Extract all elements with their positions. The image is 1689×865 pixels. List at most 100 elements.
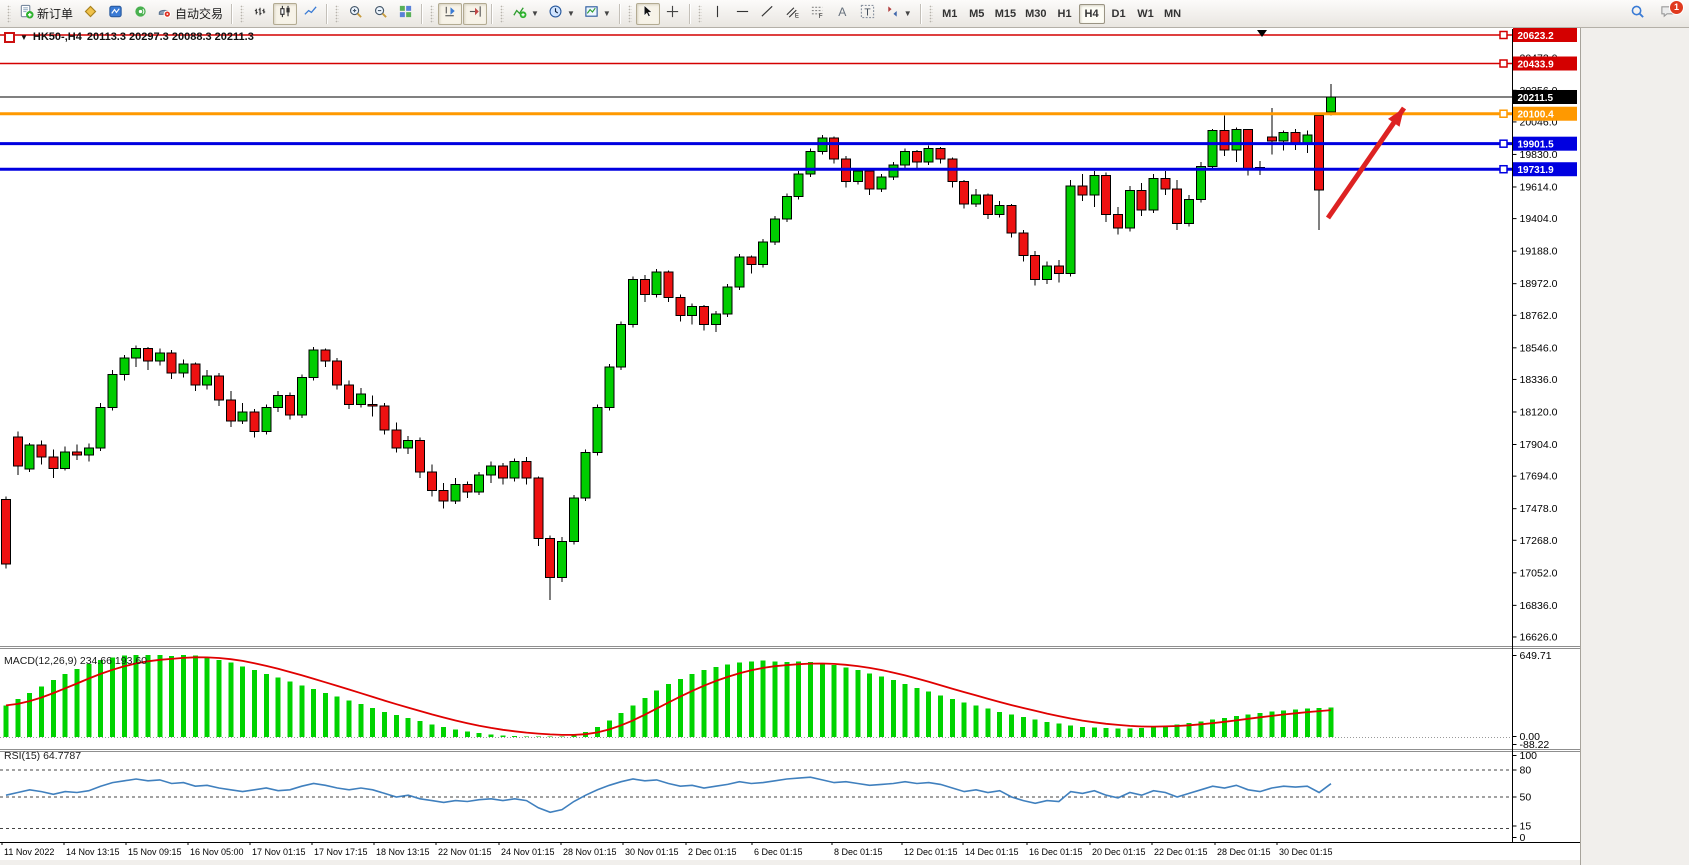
price-axis[interactable]: 20472.020256.020046.019830.019614.019404… bbox=[1513, 28, 1578, 844]
pane-splitters[interactable] bbox=[0, 647, 1580, 752]
x-tick-label: 15 Nov 09:15 bbox=[128, 847, 182, 857]
chart-line-button[interactable] bbox=[298, 3, 322, 25]
x-tick-label: 28 Dec 01:15 bbox=[1217, 847, 1271, 857]
trendline-icon bbox=[760, 4, 775, 24]
text-label-button[interactable]: T bbox=[856, 3, 880, 25]
price-tag-label: 20623.2 bbox=[1518, 31, 1555, 42]
chart-candles-button[interactable] bbox=[273, 3, 297, 25]
level-handle bbox=[1500, 31, 1507, 38]
toolbar-grip[interactable] bbox=[240, 5, 244, 23]
indicators-button[interactable]: ▼ bbox=[508, 3, 543, 25]
search-icon bbox=[1630, 4, 1645, 24]
candlestick-series[interactable] bbox=[2, 84, 1336, 600]
metaeditor-button[interactable] bbox=[78, 3, 102, 25]
zoom-out-icon bbox=[373, 4, 388, 24]
cursor-button[interactable] bbox=[636, 3, 660, 25]
y-tick-label: 17694.0 bbox=[1520, 471, 1558, 483]
terminal-icon bbox=[108, 4, 123, 24]
chart-canvas[interactable]: 20472.020256.020046.019830.019614.019404… bbox=[0, 28, 1580, 860]
time-axis[interactable]: 11 Nov 202214 Nov 13:1515 Nov 09:1516 No… bbox=[0, 842, 1580, 857]
timeframe-w1-button[interactable]: W1 bbox=[1133, 4, 1159, 24]
rsi-label: RSI(15) 64.7787 bbox=[4, 750, 81, 762]
timeframe-h4-button[interactable]: H4 bbox=[1079, 4, 1105, 24]
horizontal-line-button[interactable] bbox=[731, 3, 755, 25]
level-lines[interactable] bbox=[0, 31, 1513, 172]
x-tick-label: 12 Dec 01:15 bbox=[904, 847, 958, 857]
data-feed-button[interactable] bbox=[128, 3, 152, 25]
timeframe-m5-button[interactable]: M5 bbox=[964, 4, 990, 24]
arrow-objects-button[interactable]: ▼ bbox=[881, 3, 916, 25]
toolbar-grip[interactable] bbox=[929, 5, 933, 23]
auto-scroll-button[interactable] bbox=[438, 3, 462, 25]
x-tick-label: 30 Dec 01:15 bbox=[1279, 847, 1333, 857]
equidistant-channel-button[interactable]: E bbox=[781, 3, 805, 25]
y-tick-label: 18762.0 bbox=[1520, 310, 1558, 322]
template-icon bbox=[584, 4, 599, 24]
toolbar-grip[interactable] bbox=[500, 5, 504, 23]
y-tick-label: 18120.0 bbox=[1520, 406, 1558, 418]
chevron-down-icon[interactable]: ▼ bbox=[567, 9, 575, 18]
toolbar-separator bbox=[231, 4, 233, 24]
autotrade-icon bbox=[157, 4, 172, 24]
tile-windows-button[interactable] bbox=[393, 3, 417, 25]
trendline-button[interactable] bbox=[756, 3, 780, 25]
metaeditor-icon bbox=[83, 4, 98, 24]
annotations[interactable] bbox=[1257, 30, 1404, 218]
auto-trading-button[interactable]: 自动交易 bbox=[153, 3, 227, 25]
chart-bars-button[interactable] bbox=[248, 3, 272, 25]
timeframe-m15-button[interactable]: M15 bbox=[991, 4, 1020, 24]
toolbar-grip[interactable] bbox=[7, 5, 11, 23]
notifications-button[interactable]: 1 bbox=[1655, 3, 1679, 25]
toolbar-grip[interactable] bbox=[430, 5, 434, 23]
x-tick-label: 2 Dec 01:15 bbox=[688, 847, 737, 857]
chevron-down-icon[interactable]: ▼ bbox=[904, 9, 912, 18]
chart-symbol-period: HK50-,H4 bbox=[33, 31, 82, 43]
timeframe-m30-button[interactable]: M30 bbox=[1021, 4, 1050, 24]
timeframe-d1-button[interactable]: D1 bbox=[1106, 4, 1132, 24]
search-button[interactable] bbox=[1625, 3, 1649, 25]
text-label-icon: T bbox=[860, 4, 875, 24]
chevron-down-icon[interactable]: ▼ bbox=[603, 9, 611, 18]
timeframe-m1-button[interactable]: M1 bbox=[937, 4, 963, 24]
periods-button[interactable]: ▼ bbox=[544, 3, 579, 25]
bottom-strip bbox=[0, 860, 1580, 865]
marker-triangle bbox=[1257, 30, 1267, 37]
toolbar-grip[interactable] bbox=[335, 5, 339, 23]
chart-object-icon bbox=[4, 32, 15, 43]
crosshair-icon bbox=[665, 4, 680, 24]
svg-text:F: F bbox=[819, 13, 823, 19]
y-tick-label: 18336.0 bbox=[1520, 374, 1558, 386]
rsi-line bbox=[6, 777, 1331, 812]
vertical-line-button[interactable] bbox=[706, 3, 730, 25]
x-tick-label: 16 Dec 01:15 bbox=[1029, 847, 1083, 857]
new-order-button[interactable]: 新订单 bbox=[15, 3, 77, 25]
text-button[interactable]: A bbox=[831, 3, 855, 25]
toolbar-grip[interactable] bbox=[628, 5, 632, 23]
price-tag-label: 20211.5 bbox=[1518, 93, 1554, 104]
chart-shift-button[interactable] bbox=[463, 3, 487, 25]
timeframe-mn-button[interactable]: MN bbox=[1160, 4, 1186, 24]
chart-title: ▼ HK50-,H4 20113.3 20297.3 20088.3 20211… bbox=[4, 31, 254, 43]
fibonacci-button[interactable]: F bbox=[806, 3, 830, 25]
linechart-icon bbox=[303, 4, 318, 24]
chart-window[interactable]: 20472.020256.020046.019830.019614.019404… bbox=[0, 28, 1581, 860]
templates-button[interactable]: ▼ bbox=[580, 3, 615, 25]
chevron-down-icon[interactable]: ▼ bbox=[531, 9, 539, 18]
crosshair-button[interactable] bbox=[661, 3, 685, 25]
notification-badge: 1 bbox=[1669, 0, 1684, 15]
x-tick-label: 28 Nov 01:15 bbox=[563, 847, 617, 857]
terminal-button[interactable] bbox=[103, 3, 127, 25]
toolbar-grip[interactable] bbox=[698, 5, 702, 23]
toolbar-separator bbox=[326, 4, 328, 24]
chevron-down-icon[interactable]: ▼ bbox=[20, 33, 28, 42]
zoom-out-button[interactable] bbox=[368, 3, 392, 25]
y-tick-label: 16626.0 bbox=[1520, 631, 1558, 643]
timeframe-h1-button[interactable]: H1 bbox=[1052, 4, 1078, 24]
arrows-icon bbox=[885, 4, 900, 24]
x-tick-label: 22 Dec 01:15 bbox=[1154, 847, 1208, 857]
y-tick-label: 17268.0 bbox=[1520, 535, 1558, 547]
tile-icon bbox=[398, 4, 413, 24]
y-tick-label: 17052.0 bbox=[1520, 567, 1558, 579]
x-tick-label: 17 Nov 17:15 bbox=[314, 847, 368, 857]
zoom-in-button[interactable] bbox=[343, 3, 367, 25]
